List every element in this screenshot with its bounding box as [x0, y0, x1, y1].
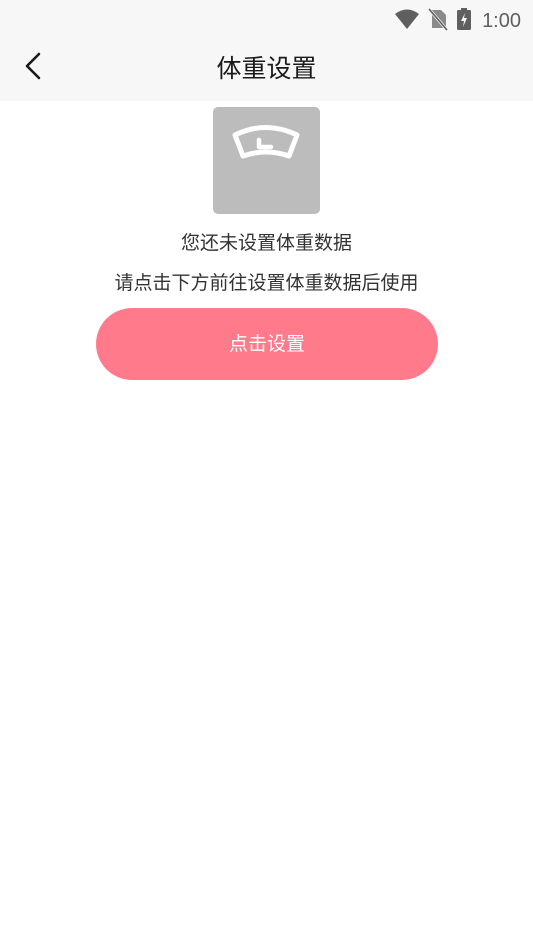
- weighing-scale-icon: [213, 107, 320, 214]
- empty-hint: 请点击下方前往设置体重数据后使用: [114, 272, 419, 294]
- page-title: 体重设置: [216, 54, 317, 83]
- wifi-icon: [394, 8, 420, 34]
- status-bar: 1:00: [0, 0, 533, 36]
- empty-message: 您还未设置体重数据: [180, 232, 352, 254]
- no-sim-icon: [427, 7, 449, 35]
- status-icons: 1:00: [394, 7, 521, 35]
- battery-charging-icon: [456, 7, 472, 35]
- app-header: 体重设置: [0, 36, 533, 101]
- set-weight-button[interactable]: 点击设置: [96, 308, 438, 380]
- status-time: 1:00: [482, 9, 521, 32]
